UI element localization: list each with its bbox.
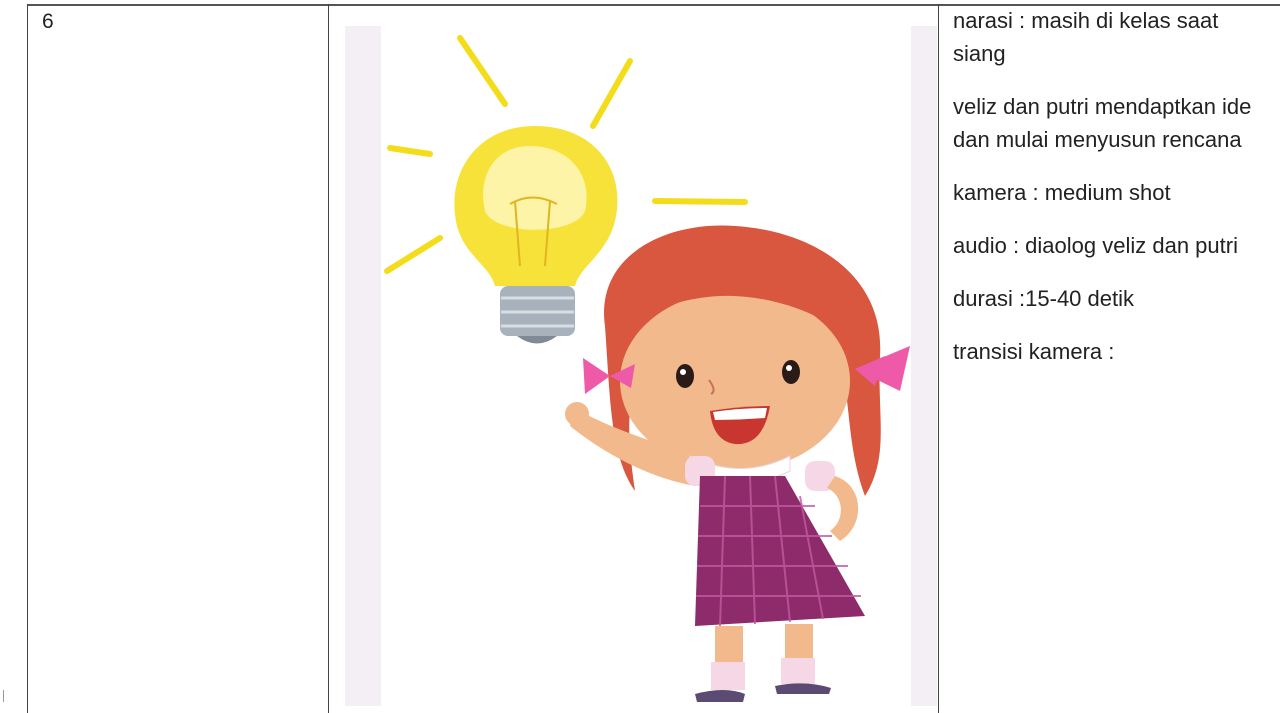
table-left-border bbox=[27, 4, 28, 713]
narration-text: narasi : masih di kelas saat siang bbox=[953, 8, 1219, 66]
girl-lightbulb-illustration bbox=[345, 26, 937, 706]
transition-text: transisi kamera : bbox=[953, 339, 1115, 364]
column-divider-1 bbox=[328, 4, 329, 713]
camera-text: kamera : medium shot bbox=[953, 180, 1171, 205]
audio-text: audio : diaolog veliz dan putri bbox=[953, 233, 1238, 258]
duration-text: durasi :15-40 detik bbox=[953, 286, 1134, 311]
action-text: veliz dan putri mendaptkan ide dan mulai… bbox=[953, 94, 1252, 152]
column-divider-2 bbox=[938, 4, 939, 713]
scene-description: narasi : masih di kelas saat siang veliz… bbox=[953, 4, 1273, 388]
scene-illustration bbox=[345, 26, 937, 706]
scene-number: 6 bbox=[42, 10, 54, 33]
page-edge-mark bbox=[3, 690, 4, 702]
